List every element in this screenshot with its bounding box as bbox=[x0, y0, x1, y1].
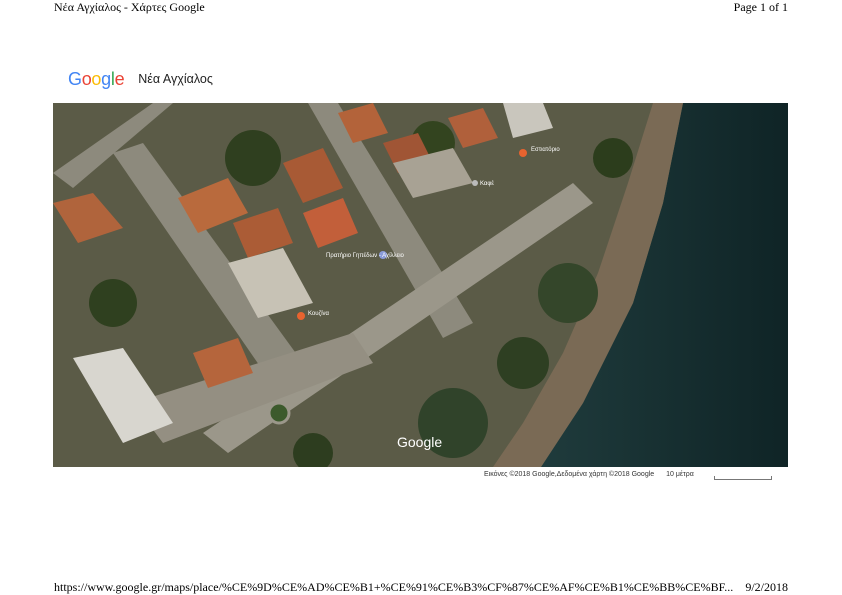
tree-cluster bbox=[593, 138, 633, 178]
logo-letter: o bbox=[81, 68, 92, 89]
scale-label: 10 μέτρα bbox=[666, 471, 694, 478]
tree-cluster bbox=[89, 279, 137, 327]
map-header: Google Νέα Αγχίαλος bbox=[68, 68, 213, 90]
logo-letter: e bbox=[114, 68, 125, 89]
print-header-title: Νέα Αγχίαλος - Χάρτες Google bbox=[54, 0, 205, 14]
tree-cluster bbox=[538, 263, 598, 323]
map-watermark: Google bbox=[397, 434, 442, 450]
scale-bar bbox=[714, 476, 772, 480]
poi-label: Κουζίνα bbox=[308, 311, 330, 317]
logo-letter: G bbox=[68, 68, 82, 89]
attribution-text: Εικόνες ©2018 Google,Δεδομένα χάρτη ©201… bbox=[484, 471, 655, 478]
poi-marker[interactable] bbox=[472, 180, 478, 186]
google-logo: Google bbox=[68, 68, 125, 90]
poi-marker[interactable] bbox=[297, 312, 305, 320]
poi-label: Καφέ bbox=[480, 180, 494, 187]
print-header-page: Page 1 of 1 bbox=[733, 0, 788, 14]
logo-letter: g bbox=[101, 68, 111, 89]
tree-cluster bbox=[225, 130, 281, 186]
satellite-map[interactable]: Εστιατόριο Πρατήριο Γηπέδων - Αχίλλειο Κ… bbox=[53, 103, 788, 467]
map-attribution: Εικόνες ©2018 Google,Δεδομένα χάρτη ©201… bbox=[484, 471, 694, 478]
place-title: Νέα Αγχίαλος bbox=[138, 72, 213, 86]
poi-label: Εστιατόριο bbox=[531, 146, 560, 153]
tree-cluster bbox=[497, 337, 549, 389]
logo-letter: o bbox=[91, 68, 102, 89]
poi-label: Πρατήριο Γηπέδων - Αχίλλειο bbox=[326, 252, 405, 259]
poi-marker[interactable] bbox=[519, 149, 527, 157]
print-footer-url: https://www.google.gr/maps/place/%CE%9D%… bbox=[54, 580, 734, 594]
roundabout bbox=[267, 401, 291, 425]
print-footer-date: 9/2/2018 bbox=[745, 580, 788, 594]
map-imagery: Εστιατόριο Πρατήριο Γηπέδων - Αχίλλειο Κ… bbox=[53, 103, 788, 467]
